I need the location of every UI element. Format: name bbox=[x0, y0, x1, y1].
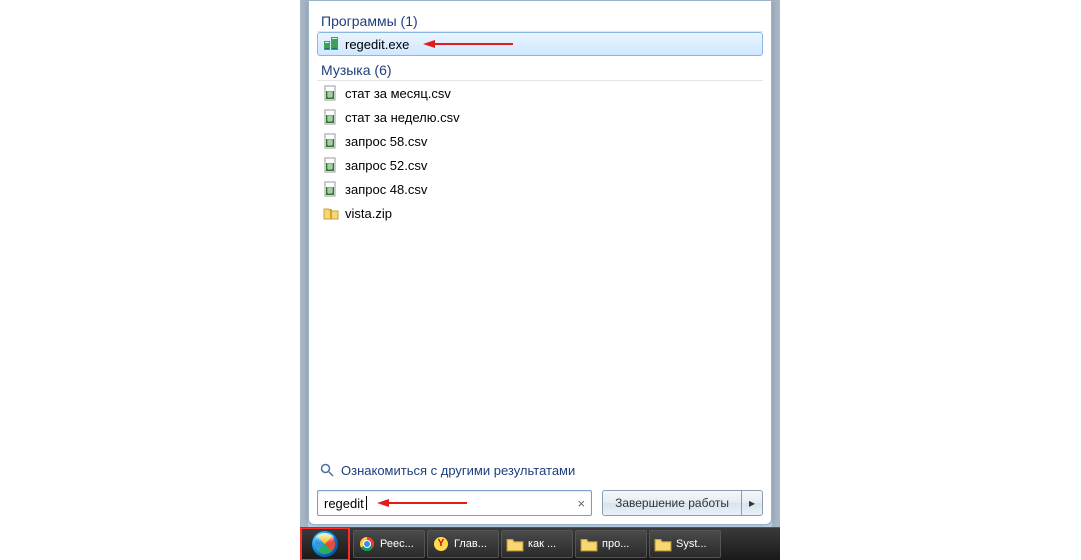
group-header-music[interactable]: Музыка (6) bbox=[317, 58, 763, 81]
group-label: Программы bbox=[321, 13, 397, 29]
taskbar: Реес... Глав... как ... про... Syst... bbox=[300, 527, 780, 560]
start-menu-search-panel: Программы (1) regedit.exe Музыка (6) ста… bbox=[308, 0, 772, 525]
result-item[interactable]: запрос 58.csv bbox=[317, 129, 763, 153]
result-item-label: запрос 48.csv bbox=[345, 182, 427, 197]
result-item-label: regedit.exe bbox=[345, 37, 409, 52]
result-item[interactable]: стат за месяц.csv bbox=[317, 81, 763, 105]
shutdown-button[interactable]: Завершение работы bbox=[602, 490, 741, 516]
csv-icon bbox=[323, 157, 339, 173]
start-menu-bottom-row: regedit × Завершение работы ▸ bbox=[317, 490, 763, 516]
folder-icon bbox=[580, 535, 598, 553]
taskbar-item-chrome[interactable]: Реес... bbox=[353, 530, 425, 558]
result-item-label: стат за месяц.csv bbox=[345, 86, 451, 101]
annotation-arrow bbox=[423, 40, 513, 48]
taskbar-item-yandex[interactable]: Глав... bbox=[427, 530, 499, 558]
group-label: Музыка bbox=[321, 62, 371, 78]
shutdown-split-button: Завершение работы ▸ bbox=[602, 490, 763, 516]
regedit-icon bbox=[323, 36, 339, 52]
search-input[interactable]: regedit × bbox=[317, 490, 592, 516]
taskbar-item-label: про... bbox=[602, 538, 629, 550]
csv-icon bbox=[323, 133, 339, 149]
text-caret bbox=[366, 496, 367, 510]
see-more-results[interactable]: Ознакомиться с другими результатами bbox=[317, 458, 763, 484]
csv-icon bbox=[323, 109, 339, 125]
start-button[interactable] bbox=[300, 527, 350, 560]
result-item[interactable]: стат за неделю.csv bbox=[317, 105, 763, 129]
group-header-programs[interactable]: Программы (1) bbox=[317, 9, 763, 32]
chrome-icon bbox=[358, 535, 376, 553]
result-item-regedit[interactable]: regedit.exe bbox=[317, 32, 763, 56]
result-item[interactable]: vista.zip bbox=[317, 201, 763, 225]
annotation-arrow bbox=[377, 499, 467, 507]
group-count: 6 bbox=[379, 62, 387, 78]
csv-icon bbox=[323, 85, 339, 101]
csv-icon bbox=[323, 181, 339, 197]
search-value: regedit bbox=[324, 496, 364, 511]
taskbar-item-folder[interactable]: про... bbox=[575, 530, 647, 558]
result-item-label: запрос 52.csv bbox=[345, 158, 427, 173]
taskbar-item-folder[interactable]: Syst... bbox=[649, 530, 721, 558]
result-item-label: vista.zip bbox=[345, 206, 392, 221]
taskbar-item-label: Syst... bbox=[676, 538, 707, 550]
folder-icon bbox=[506, 535, 524, 553]
result-item-label: стат за неделю.csv bbox=[345, 110, 460, 125]
clear-search-icon[interactable]: × bbox=[578, 496, 586, 511]
result-item-label: запрос 58.csv bbox=[345, 134, 427, 149]
windows-orb-icon bbox=[312, 531, 338, 557]
zip-icon bbox=[323, 205, 339, 221]
yandex-icon bbox=[432, 535, 450, 553]
search-icon bbox=[319, 462, 335, 478]
see-more-label: Ознакомиться с другими результатами bbox=[341, 463, 575, 478]
taskbar-item-label: как ... bbox=[528, 538, 556, 550]
taskbar-item-folder[interactable]: как ... bbox=[501, 530, 573, 558]
group-count: 1 bbox=[405, 13, 413, 29]
taskbar-item-label: Глав... bbox=[454, 538, 487, 550]
result-item[interactable]: запрос 52.csv bbox=[317, 153, 763, 177]
result-item[interactable]: запрос 48.csv bbox=[317, 177, 763, 201]
folder-icon bbox=[654, 535, 672, 553]
shutdown-options-arrow[interactable]: ▸ bbox=[741, 490, 763, 516]
taskbar-item-label: Реес... bbox=[380, 538, 414, 550]
